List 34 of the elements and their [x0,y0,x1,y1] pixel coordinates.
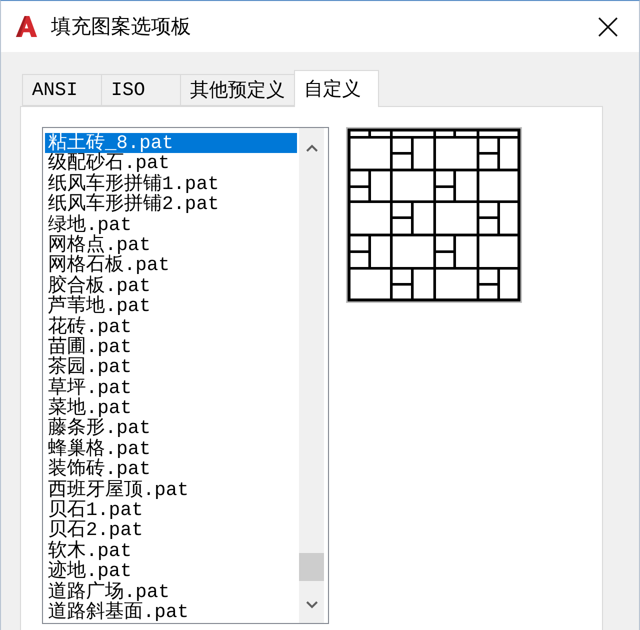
list-item[interactable]: 贝石2.pat [45,520,297,541]
list-item[interactable]: 绿地.pat [45,214,297,235]
app-logo-icon [15,15,38,38]
tab[interactable]: 其他预定义 [180,74,295,106]
list-item[interactable]: 西班牙屋顶.pat [45,480,297,500]
list-item[interactable]: 花砖.pat [45,316,297,337]
list-item[interactable]: 芦苇地.pat [45,296,297,317]
scrollbar-thumb[interactable] [299,553,324,581]
list-item[interactable]: 贝石1.pat [45,500,297,520]
list-item[interactable]: 茶园.pat [45,357,297,378]
list-item[interactable]: 苗圃.pat [45,336,297,358]
list-item[interactable]: 道路广场.pat [45,582,297,602]
window-title: 填充图案选项板 [51,13,191,40]
list-item[interactable]: 装饰砖.pat [45,459,297,480]
list-item[interactable]: 软木.pat [45,540,297,562]
list-item[interactable]: 纸风车形拼铺2.pat [45,194,297,215]
list-item[interactable]: 级配砂石.pat [45,153,297,174]
chevron-down-icon [306,601,318,609]
list-item[interactable]: 粘土砖_8.pat [45,133,297,154]
tab[interactable]: 自定义 [294,70,379,107]
list-item[interactable]: 菜地.pat [45,398,297,418]
list-item[interactable]: 胶合板.pat [45,276,297,296]
list-item[interactable]: 迹地.pat [45,561,297,582]
list-item[interactable]: 草坪.pat [45,378,297,398]
list-item[interactable]: 道路斜基面.pat [45,602,297,622]
tab[interactable]: ANSI [22,74,102,106]
list-item[interactable]: 纸风车形拼铺1.pat [45,174,297,194]
list-item[interactable]: 网格石板.pat [45,255,297,276]
list-item[interactable]: 网格点.pat [45,234,297,256]
tab[interactable]: ISO [101,74,181,106]
list-item[interactable]: 蜂巢格.pat [45,438,297,460]
chevron-up-icon [306,144,318,152]
list-item[interactable]: 藤条形.pat [45,418,297,439]
close-icon [598,16,618,36]
